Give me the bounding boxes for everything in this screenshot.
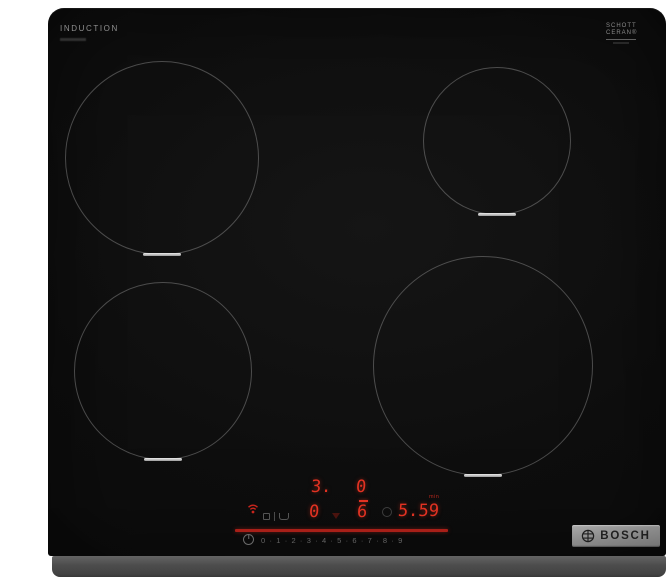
boost-indicator bbox=[359, 500, 368, 502]
lock-icon[interactable] bbox=[263, 512, 270, 520]
cooking-zone-front-right bbox=[373, 256, 593, 477]
zone-display-rear-left[interactable]: 3. bbox=[310, 477, 332, 497]
timer-unit-label: min bbox=[429, 494, 440, 500]
clock-icon[interactable] bbox=[382, 507, 392, 517]
pan-icon[interactable] bbox=[279, 512, 289, 520]
zone-display-front-right[interactable]: 6 bbox=[356, 502, 368, 522]
cooking-zone-rear-right bbox=[423, 67, 571, 216]
slider-highlight-bar bbox=[235, 529, 448, 532]
zone-display-rear-right[interactable]: 0 bbox=[355, 477, 367, 497]
bosch-logo-text: BOSCH bbox=[600, 530, 651, 542]
pan-detect-icon bbox=[332, 513, 340, 519]
model-subtext bbox=[60, 38, 86, 41]
schott-rule bbox=[606, 39, 636, 40]
schott-ceran-logo: SCHOTT CERAN® bbox=[606, 23, 637, 44]
zone-display-front-left[interactable]: 0 bbox=[308, 502, 320, 522]
zone-marker bbox=[464, 474, 502, 477]
power-button[interactable] bbox=[243, 534, 254, 545]
product-image: INDUCTION SCHOTT CERAN® 3. 0 0 6 5.59 mi… bbox=[0, 0, 668, 584]
schott-subtext bbox=[613, 42, 629, 44]
front-trim-bar bbox=[52, 556, 666, 577]
cooking-zone-front-left bbox=[74, 282, 252, 461]
zone-marker bbox=[478, 213, 516, 216]
divider bbox=[274, 511, 275, 521]
zone-marker bbox=[143, 253, 181, 256]
power-slider[interactable]: 0 · 1 · 2 · 3 · 4 · 5 · 6 · 7 · 8 · 9 bbox=[261, 536, 447, 545]
bosch-badge: BOSCH bbox=[572, 525, 660, 547]
schott-line1: SCHOTT bbox=[606, 23, 637, 29]
timer-display[interactable]: 5.59 bbox=[397, 501, 439, 521]
zone-marker bbox=[144, 458, 182, 461]
power-icon bbox=[247, 534, 250, 539]
schott-line2: CERAN® bbox=[606, 30, 638, 36]
induction-label: INDUCTION bbox=[60, 24, 119, 33]
bosch-anchor-icon bbox=[582, 529, 595, 543]
status-icon-cluster bbox=[263, 511, 289, 521]
wifi-icon bbox=[247, 501, 259, 519]
cooking-zone-rear-left bbox=[65, 61, 259, 256]
